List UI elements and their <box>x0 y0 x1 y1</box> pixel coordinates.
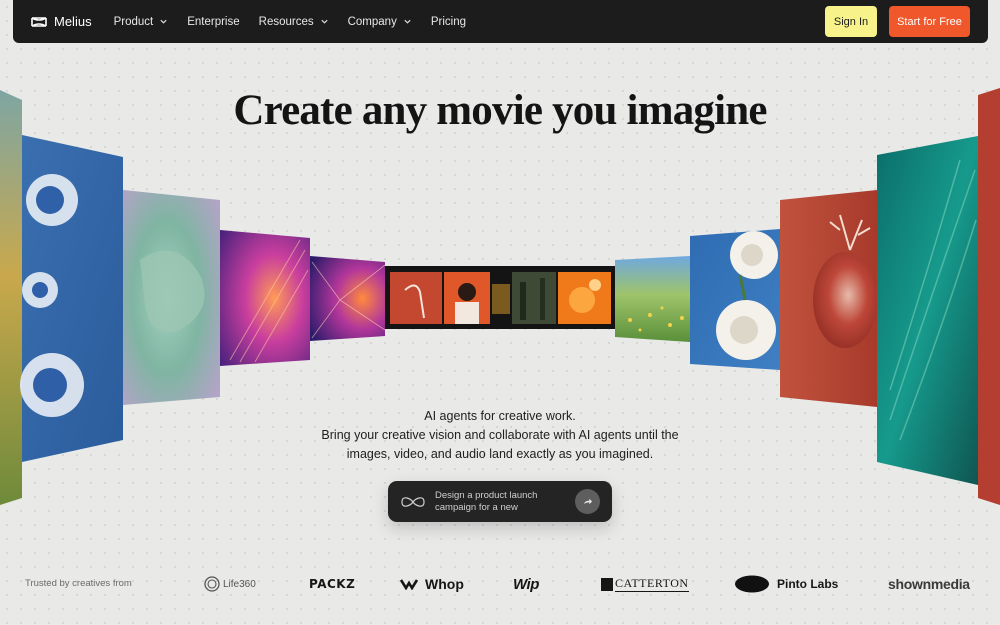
film-frame <box>390 272 442 324</box>
brand-name: PACKZ <box>309 577 356 591</box>
nav-item-product[interactable]: Product <box>114 16 169 28</box>
send-button[interactable] <box>575 489 600 514</box>
pinto-labs-logo-icon <box>735 575 769 593</box>
nav-item-pricing[interactable]: Pricing <box>431 16 466 28</box>
gallery-panel-lines <box>311 261 386 339</box>
life360-logo-icon <box>204 576 220 592</box>
nav-item-company[interactable]: Company <box>348 16 412 28</box>
sign-in-button[interactable]: Sign In <box>825 6 877 37</box>
chevron-down-icon <box>404 19 411 24</box>
chevron-down-icon <box>160 19 167 24</box>
gallery-panel <box>780 190 877 407</box>
gallery-panel-stag <box>813 252 877 348</box>
gallery-panel-leaf-lines <box>889 159 977 441</box>
subtitle-line: AI agents for creative work. <box>424 409 576 423</box>
film-strip <box>385 266 615 329</box>
brand-whop: Whop <box>400 571 464 597</box>
brand-name: Whop <box>425 576 464 592</box>
start-for-free-button[interactable]: Start for Free <box>889 6 970 37</box>
top-nav: Melius Product Enterprise Resources Comp… <box>13 0 988 43</box>
brand-pinto-labs: Pinto Labs <box>734 571 838 597</box>
film-frame <box>512 272 556 324</box>
film-frame <box>492 284 510 314</box>
chevron-down-icon <box>320 19 328 24</box>
gallery-panel-shape <box>140 250 205 333</box>
nav-item-label: Resources <box>258 15 314 28</box>
logo-text: Melius <box>54 14 92 29</box>
nav-item-label: Enterprise <box>187 15 240 28</box>
gallery-panel-flowers <box>628 306 684 332</box>
gallery-panel <box>310 256 385 341</box>
gallery-panel-porcelain-detail <box>20 174 84 417</box>
gallery-panel <box>220 230 310 366</box>
film-frame <box>444 272 490 324</box>
brand-name: Wip <box>513 575 539 593</box>
melius-logo-icon <box>31 16 47 27</box>
gallery-panel <box>690 229 780 370</box>
hero-title: Create any movie you imagine <box>233 87 767 134</box>
brand-catterton: CATTERTON <box>601 571 689 597</box>
brand-name: Pinto Labs <box>777 577 839 591</box>
prompt-text-line: Design a product launch <box>435 489 538 501</box>
brand-shownmedia: shownmedia <box>888 571 970 597</box>
hero-subtitle: AI agents for creative work. Bring your … <box>0 407 1000 464</box>
logo[interactable]: Melius <box>31 14 92 29</box>
brand-name: CATTERTON <box>615 576 689 592</box>
gallery-panel-lines <box>229 239 309 363</box>
nav-item-label: Product <box>113 15 154 28</box>
nav-item-enterprise[interactable]: Enterprise <box>187 16 239 28</box>
agent-loop-icon <box>401 496 425 507</box>
brand-name: shownmedia <box>888 576 970 592</box>
prompt-text: Design a product launch campaign for a n… <box>435 490 565 514</box>
gallery-panel-roses <box>716 231 778 360</box>
trusted-label: Trusted by creatives from <box>25 578 132 589</box>
nav-item-label: Pricing <box>430 15 466 28</box>
brand-name: Life360 <box>223 578 256 590</box>
subtitle-line: Bring your creative vision and collabora… <box>321 428 679 442</box>
nav-item-resources[interactable]: Resources <box>259 16 329 28</box>
brand-logos: Life360 PACKZ Whop Wip CATTERTON Pinto L… <box>200 571 1000 597</box>
gallery-panel <box>615 256 690 342</box>
gallery-panel <box>123 190 220 405</box>
prompt-input[interactable]: Design a product launch campaign for a n… <box>388 481 612 522</box>
film-frame <box>558 272 611 324</box>
prompt-text-line: campaign for a new <box>435 501 518 513</box>
brand-packz: PACKZ <box>309 571 355 597</box>
nav-item-label: Company <box>347 15 397 28</box>
brand-life360: Life360 <box>204 571 256 597</box>
whop-logo-icon <box>400 579 419 590</box>
brand-wip: Wip <box>513 571 539 597</box>
catterton-logo-icon <box>601 577 613 591</box>
subtitle-line: images, video, and audio land exactly as… <box>346 447 654 461</box>
share-arrow-icon <box>583 498 593 505</box>
